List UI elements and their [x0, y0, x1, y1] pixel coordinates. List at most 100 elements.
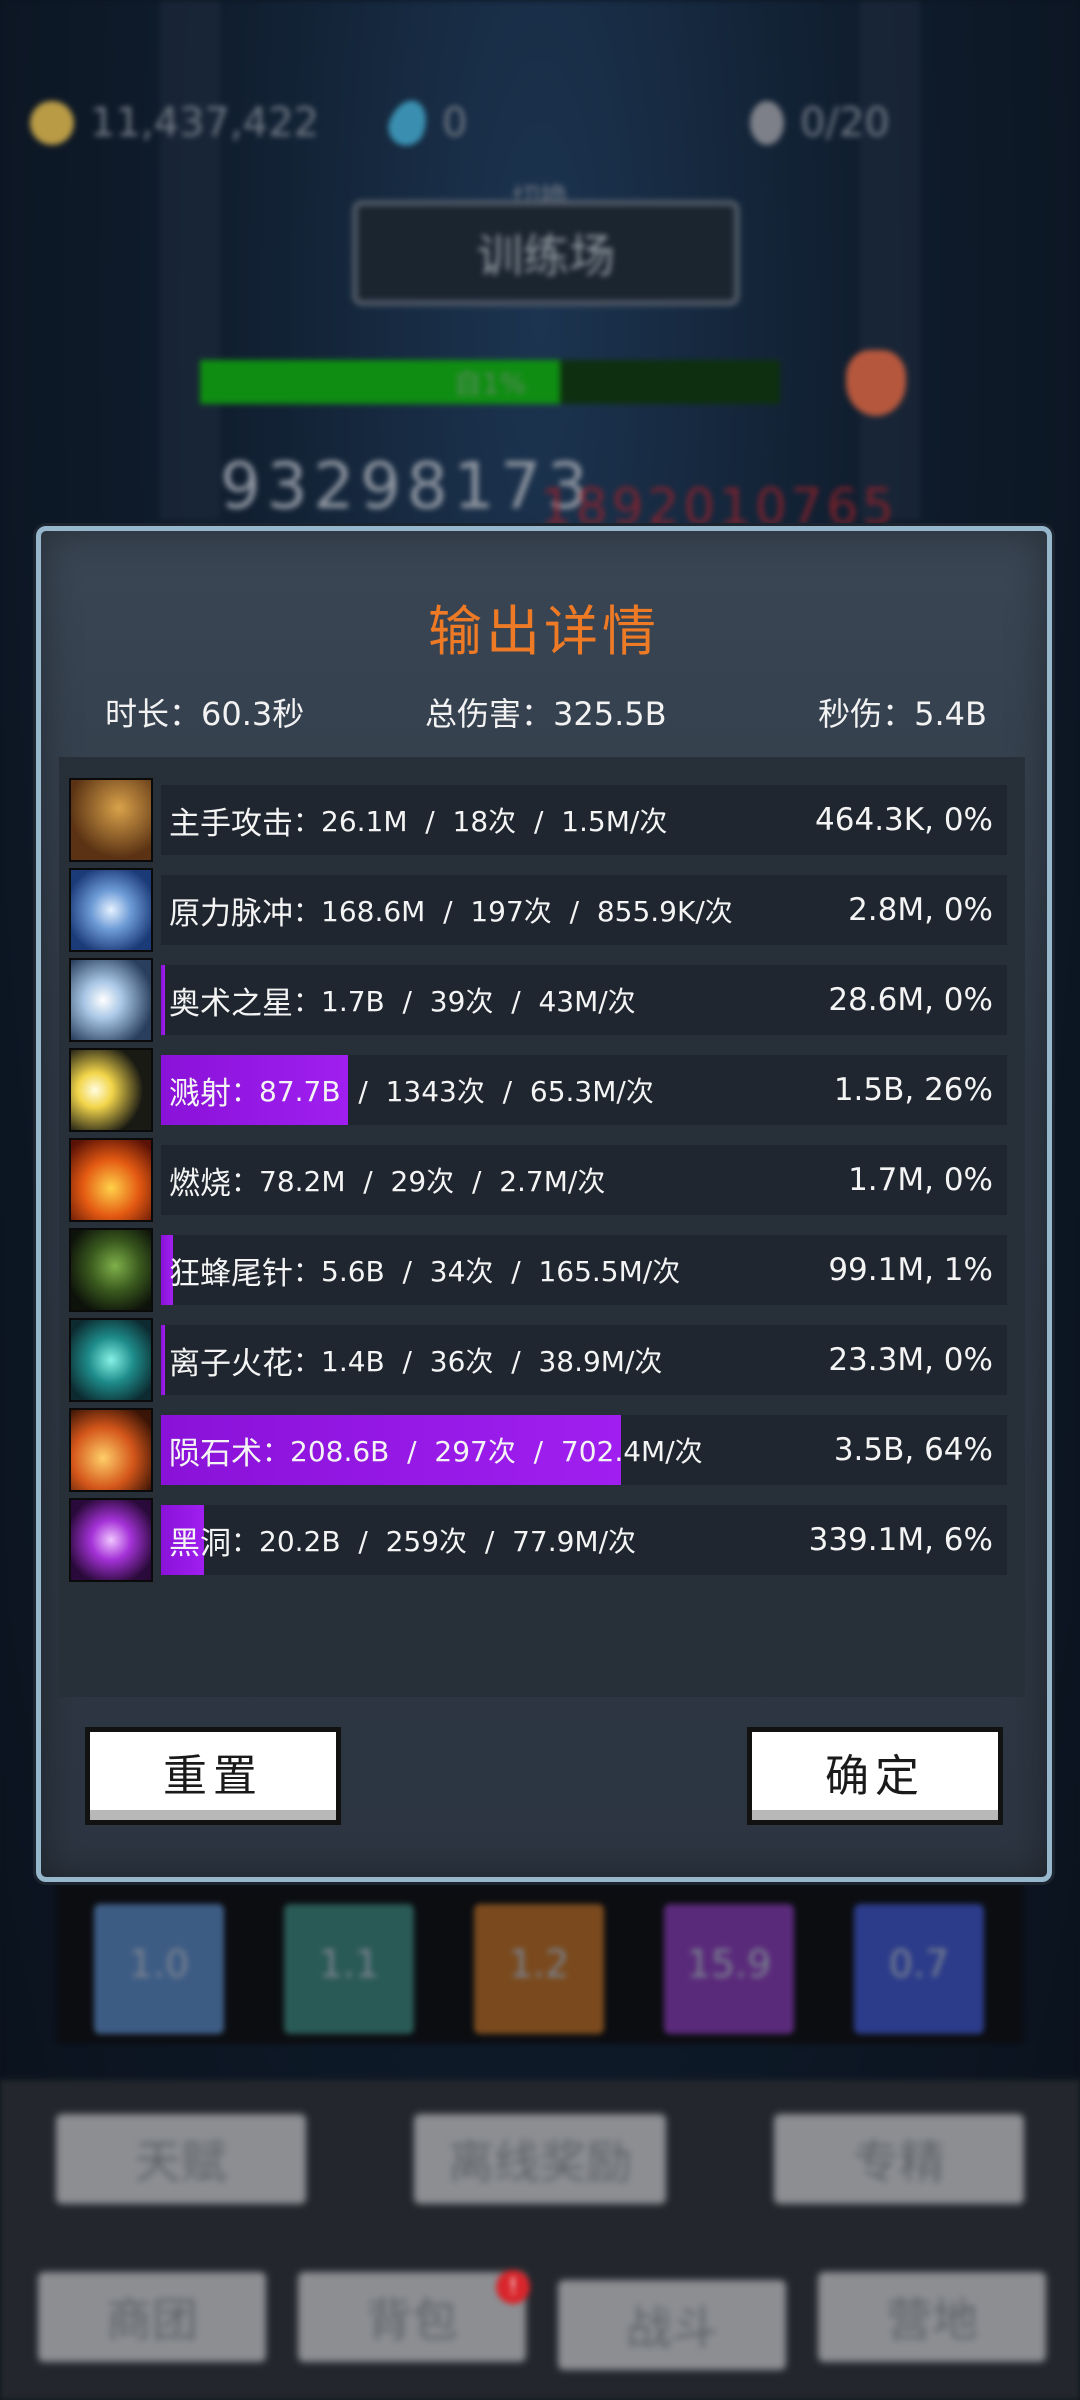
skill-stats: 陨石术 ：208.6B / 297次 / 702.4M/次	[169, 1411, 703, 1489]
gem-resource: 0	[383, 95, 468, 151]
skill-stats: 奥术之星 ：1.7B / 39次 / 43M/次	[169, 961, 636, 1039]
skill-row: 离子火花 ：1.4B / 36次 / 38.9M/次 23.3M, 0%	[69, 1318, 1015, 1402]
nav-bag-button[interactable]: 背包	[298, 2272, 526, 2362]
duration-stat: 时长：60.3秒	[105, 695, 305, 733]
damage-detail-dialog: 输出详情 时长：60.3秒 总伤害：325.5B 秒伤：5.4B 主手攻击 ：26…	[36, 526, 1052, 1882]
skill-slot-label: 1.2	[508, 1942, 570, 1986]
reset-button[interactable]: 重置	[85, 1727, 341, 1825]
skill-damage-list: 主手攻击 ：26.1M / 18次 / 1.5M/次 464.3K, 0% 原力脉冲：…	[59, 757, 1025, 1697]
skill-dps-share: 464.3K, 0%	[815, 802, 993, 838]
skill-stats: 主手攻击 ：26.1M / 18次 / 1.5M/次	[169, 781, 667, 859]
skill-strip: 1.0 1.1 1.2 15.9 0.7	[56, 1884, 1024, 2044]
background-pillar	[160, 0, 220, 520]
notification-badge: !	[496, 2270, 530, 2304]
skill-stats-text: ：78.2M / 29次 / 2.7M/次	[231, 1165, 606, 1198]
talent-button[interactable]: 天赋	[56, 2114, 306, 2204]
skill-dps-share: 28.6M, 0%	[828, 982, 993, 1018]
skill-slot[interactable]: 1.0	[94, 1904, 224, 2034]
mastery-button[interactable]: 专精	[774, 2114, 1024, 2204]
skill-row: 原力脉冲 ：168.6M / 197次 / 855.9K/次 2.8M, 0%	[69, 868, 1015, 952]
nav-battle-button[interactable]: 战斗	[558, 2280, 786, 2370]
total-damage-stat: 总伤害：325.5B	[425, 695, 667, 733]
ion-spark-icon	[69, 1318, 153, 1402]
skill-name: 黑洞	[169, 1525, 231, 1562]
egg-icon	[750, 101, 784, 145]
skill-slot-label: 0.7	[888, 1942, 950, 1986]
skill-row: 燃烧 ：78.2M / 29次 / 2.7M/次 1.7M, 0%	[69, 1138, 1015, 1222]
skill-stats-text: ：168.6M / 197次 / 855.9K/次	[293, 895, 733, 928]
skill-row: 陨石术 ：208.6B / 297次 / 702.4M/次 3.5B, 64%	[69, 1408, 1015, 1492]
sword-icon	[69, 778, 153, 862]
burn-icon	[69, 1138, 153, 1222]
gold-coin-icon	[30, 101, 74, 145]
skill-row: 主手攻击 ：26.1M / 18次 / 1.5M/次 464.3K, 0%	[69, 778, 1015, 862]
dps-stat: 秒伤：5.4B	[818, 695, 987, 733]
skill-row: 狂蜂尾针 ：5.6B / 34次 / 165.5M/次 99.1M, 1%	[69, 1228, 1015, 1312]
skill-stats-text: ：1.7B / 39次 / 43M/次	[293, 985, 636, 1018]
skill-stats: 燃烧 ：78.2M / 29次 / 2.7M/次	[169, 1141, 605, 1219]
gold-value: 11,437,422	[90, 100, 320, 146]
skill-stats-text: ：208.6B / 297次 / 702.4M/次	[262, 1435, 703, 1468]
skill-stats: 黑洞 ：20.2B / 259次 / 77.9M/次	[169, 1501, 636, 1579]
egg-resource: 0/20	[750, 100, 890, 146]
confirm-button[interactable]: 确定	[747, 1727, 1003, 1825]
nav-guild-button[interactable]: 商团	[38, 2272, 266, 2362]
bee-sting-icon	[69, 1228, 153, 1312]
arcane-star-icon	[69, 958, 153, 1042]
skill-name: 燃烧	[169, 1165, 231, 1202]
area-switch-button[interactable]: 训练场	[352, 200, 740, 306]
skill-name: 陨石术	[169, 1435, 262, 1472]
black-hole-icon	[69, 1498, 153, 1582]
gem-icon	[383, 95, 433, 151]
resource-bar: 11,437,422 0 0/20	[30, 95, 1050, 160]
skill-dps-share: 1.7M, 0%	[848, 1162, 993, 1198]
skill-share-bar	[161, 1325, 165, 1395]
boss-hp-bar: 自1%	[200, 360, 780, 404]
skill-stats-text: ：20.2B / 259次 / 77.9M/次	[231, 1525, 637, 1558]
skill-name: 狂蜂尾针	[169, 1255, 293, 1292]
force-pulse-icon	[69, 868, 153, 952]
nav-camp-button[interactable]: 营地	[818, 2272, 1046, 2362]
skill-share-bar	[161, 965, 165, 1035]
skill-name: 主手攻击	[169, 805, 293, 842]
skill-slot[interactable]: 1.2	[474, 1904, 604, 2034]
skill-dps-share: 1.5B, 26%	[833, 1072, 993, 1108]
skill-name: 溅射	[169, 1075, 231, 1112]
skill-stats-text: ：5.6B / 34次 / 165.5M/次	[293, 1255, 681, 1288]
splash-icon	[69, 1048, 153, 1132]
skill-slot[interactable]: 0.7	[854, 1904, 984, 2034]
gold-resource: 11,437,422	[30, 100, 319, 146]
skill-slot-label: 1.1	[318, 1942, 380, 1986]
skill-stats-text: ：26.1M / 18次 / 1.5M/次	[293, 805, 668, 838]
floating-damage: 93298173	[220, 450, 594, 524]
skill-stats: 狂蜂尾针 ：5.6B / 34次 / 165.5M/次	[169, 1231, 680, 1309]
skill-dps-share: 23.3M, 0%	[828, 1342, 993, 1378]
skill-slot[interactable]: 15.9	[664, 1904, 794, 2034]
skill-name: 原力脉冲	[169, 895, 293, 932]
skill-row: 奥术之星 ：1.7B / 39次 / 43M/次 28.6M, 0%	[69, 958, 1015, 1042]
skill-dps-share: 339.1M, 6%	[808, 1522, 993, 1558]
skill-dps-share: 3.5B, 64%	[833, 1432, 993, 1468]
skill-dps-share: 2.8M, 0%	[848, 892, 993, 928]
skill-slot[interactable]: 1.1	[284, 1904, 414, 2034]
skill-stats: 原力脉冲 ：168.6M / 197次 / 855.9K/次	[169, 871, 733, 949]
boss-skull-icon	[846, 350, 906, 416]
skill-row: 黑洞 ：20.2B / 259次 / 77.9M/次 339.1M, 6%	[69, 1498, 1015, 1582]
skill-dps-share: 99.1M, 1%	[828, 1252, 993, 1288]
skill-row: 溅射 ：87.7B / 1343次 / 65.3M/次 1.5B, 26%	[69, 1048, 1015, 1132]
meteor-icon	[69, 1408, 153, 1492]
dialog-title: 输出详情	[428, 600, 660, 663]
skill-name: 奥术之星	[169, 985, 293, 1022]
offline-reward-button[interactable]: 离线奖励	[414, 2114, 666, 2204]
skill-slot-label: 15.9	[686, 1942, 772, 1986]
skill-slot-label: 1.0	[128, 1942, 190, 1986]
gem-value: 0	[442, 100, 468, 146]
egg-value: 0/20	[800, 100, 890, 146]
skill-stats-text: ：87.7B / 1343次 / 65.3M/次	[231, 1075, 654, 1108]
boss-hp-text: 自1%	[453, 367, 527, 400]
skill-name: 离子火花	[169, 1345, 293, 1382]
skill-stats: 溅射 ：87.7B / 1343次 / 65.3M/次	[169, 1051, 654, 1129]
background-pillar	[860, 0, 920, 520]
skill-stats: 离子火花 ：1.4B / 36次 / 38.9M/次	[169, 1321, 662, 1399]
skill-stats-text: ：1.4B / 36次 / 38.9M/次	[293, 1345, 663, 1378]
